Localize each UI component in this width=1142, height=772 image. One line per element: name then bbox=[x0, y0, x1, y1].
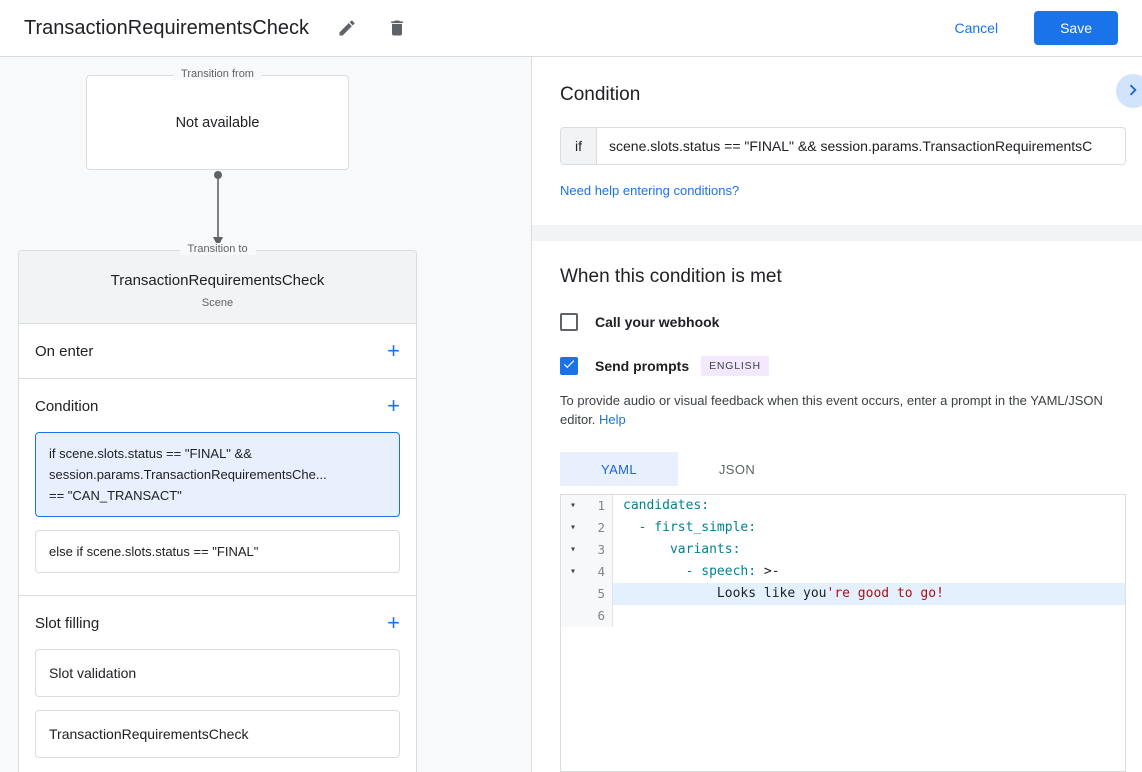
line-number: 2 bbox=[585, 517, 613, 539]
page-title: TransactionRequirementsCheck bbox=[24, 17, 309, 40]
edit-title-button[interactable] bbox=[335, 16, 359, 40]
on-enter-label: On enter bbox=[35, 343, 93, 360]
trash-icon bbox=[387, 18, 407, 38]
condition-item[interactable]: if scene.slots.status == "FINAL" &&sessi… bbox=[35, 432, 400, 517]
condition-editor-panel: Condition if Need help entering conditio… bbox=[532, 57, 1142, 772]
app-window: TransactionRequirementsCheck Cancel Save… bbox=[0, 0, 1142, 772]
cancel-button[interactable]: Cancel bbox=[954, 20, 998, 36]
slot-filling-item[interactable]: TransactionRequirementsCheck bbox=[35, 710, 400, 758]
prompt-description: To provide audio or visual feedback when… bbox=[560, 391, 1126, 429]
code-editor[interactable]: ▾1candidates:▾2 - first_simple:▾3 varian… bbox=[560, 494, 1126, 772]
code-text: Looks like you're good to go! bbox=[613, 583, 1125, 605]
line-number: 4 bbox=[585, 561, 613, 583]
fold-arrow-icon[interactable]: ▾ bbox=[561, 517, 585, 539]
transition-from-label: Transition from bbox=[173, 68, 262, 80]
add-on-enter-icon[interactable]: + bbox=[387, 342, 400, 360]
prompt-description-text: To provide audio or visual feedback when… bbox=[560, 393, 1103, 427]
code-text: - speech: >- bbox=[613, 561, 1125, 583]
delete-scene-button[interactable] bbox=[385, 16, 409, 40]
handler-section: When this condition is met Call your web… bbox=[532, 241, 1142, 772]
slot-filling-item[interactable]: Slot validation bbox=[35, 649, 400, 697]
section-divider bbox=[532, 225, 1142, 241]
add-condition-icon[interactable]: + bbox=[387, 397, 400, 415]
code-line[interactable]: ▾1candidates: bbox=[561, 495, 1125, 517]
slot-filling-section: Slot filling + Slot validation Transactio… bbox=[19, 596, 416, 772]
editor-tabs: YAMLJSON bbox=[560, 452, 1126, 486]
code-text bbox=[613, 605, 1125, 627]
chevron-right-icon bbox=[1122, 79, 1142, 104]
if-label: if bbox=[561, 128, 597, 164]
send-prompts-label: Send prompts bbox=[595, 358, 689, 374]
fold-arrow-icon[interactable]: ▾ bbox=[561, 539, 585, 561]
condition-section: Condition + if scene.slots.status == "FI… bbox=[19, 379, 416, 596]
condition-editor-title: Condition bbox=[560, 84, 1126, 106]
scene-card-header[interactable]: TransactionRequirementsCheck Scene bbox=[19, 251, 416, 324]
on-enter-section[interactable]: On enter + bbox=[19, 324, 416, 379]
code-line[interactable]: ▾2 - first_simple: bbox=[561, 517, 1125, 539]
webhook-label: Call your webhook bbox=[595, 314, 719, 330]
webhook-checkbox[interactable] bbox=[560, 313, 578, 331]
code-line[interactable]: 5 Looks like you're good to go! bbox=[561, 583, 1125, 605]
condition-help-link[interactable]: Need help entering conditions? bbox=[560, 183, 739, 198]
condition-expression-input[interactable] bbox=[597, 128, 1125, 164]
send-prompts-row: Send prompts ENGLISH bbox=[560, 356, 1126, 376]
check-icon bbox=[562, 357, 576, 376]
slot-filling-label: Slot filling bbox=[35, 615, 99, 632]
scene-type-label: Scene bbox=[35, 297, 400, 309]
code-line[interactable]: ▾3 variants: bbox=[561, 539, 1125, 561]
scene-name: TransactionRequirementsCheck bbox=[35, 272, 400, 289]
condition-section-label: Condition bbox=[35, 398, 98, 415]
fold-gutter bbox=[561, 583, 585, 605]
top-bar: TransactionRequirementsCheck Cancel Save bbox=[0, 0, 1142, 57]
line-number: 5 bbox=[585, 583, 613, 605]
tab-json[interactable]: JSON bbox=[678, 452, 796, 486]
line-number: 3 bbox=[585, 539, 613, 561]
pencil-icon bbox=[337, 18, 357, 38]
condition-item[interactable]: else if scene.slots.status == "FINAL" bbox=[35, 530, 400, 573]
condition-input-row: if bbox=[560, 127, 1126, 165]
collapse-panel-button[interactable] bbox=[1116, 74, 1142, 108]
code-text: - first_simple: bbox=[613, 517, 1125, 539]
help-link[interactable]: Help bbox=[599, 412, 626, 427]
condition-editor-section: Condition if Need help entering conditio… bbox=[532, 57, 1142, 225]
fold-arrow-icon[interactable]: ▾ bbox=[561, 495, 585, 517]
add-slot-icon[interactable]: + bbox=[387, 614, 400, 632]
send-prompts-checkbox[interactable] bbox=[560, 357, 578, 375]
header-actions: Cancel Save bbox=[954, 11, 1118, 45]
transition-to-label: Transition to bbox=[179, 243, 255, 255]
scene-graph-panel: Transition from Not available Transition… bbox=[0, 57, 532, 772]
code-line[interactable]: ▾4 - speech: >- bbox=[561, 561, 1125, 583]
title-group: TransactionRequirementsCheck bbox=[24, 16, 409, 40]
tab-yaml[interactable]: YAML bbox=[560, 452, 678, 486]
transition-from-box: Transition from Not available bbox=[86, 75, 349, 170]
transition-arrow-icon bbox=[18, 170, 417, 250]
transition-from-value: Not available bbox=[176, 115, 260, 131]
condition-item-list: if scene.slots.status == "FINAL" &&sessi… bbox=[35, 432, 400, 573]
when-condition-title: When this condition is met bbox=[560, 266, 1126, 288]
fold-gutter bbox=[561, 605, 585, 627]
line-number: 1 bbox=[585, 495, 613, 517]
code-line[interactable]: 6 bbox=[561, 605, 1125, 627]
code-text: variants: bbox=[613, 539, 1125, 561]
fold-arrow-icon[interactable]: ▾ bbox=[561, 561, 585, 583]
language-badge: ENGLISH bbox=[701, 356, 769, 376]
slot-item-list: Slot validation TransactionRequirementsCh… bbox=[35, 649, 400, 758]
save-button[interactable]: Save bbox=[1034, 11, 1118, 45]
code-text: candidates: bbox=[613, 495, 1125, 517]
webhook-row: Call your webhook bbox=[560, 313, 1126, 331]
transition-to-card: Transition to TransactionRequirementsChe… bbox=[18, 250, 417, 772]
line-number: 6 bbox=[585, 605, 613, 627]
